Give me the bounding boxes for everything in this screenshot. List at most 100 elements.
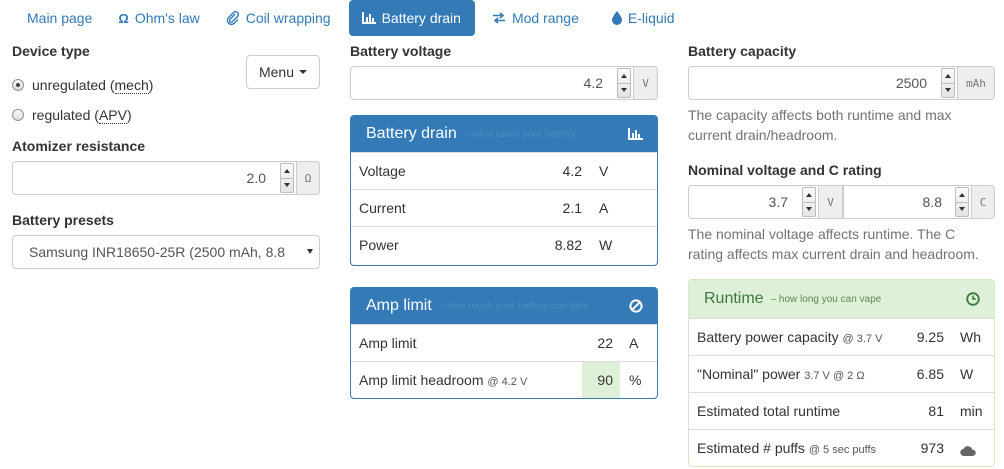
volt-unit-addon: V xyxy=(633,66,658,100)
spin-up-icon[interactable] xyxy=(618,69,630,83)
row-name: Amp limit xyxy=(359,335,417,351)
bar-chart-icon xyxy=(361,11,376,25)
row-value: 90 xyxy=(597,372,613,388)
cloud-icon xyxy=(960,443,976,459)
spin-down-icon[interactable] xyxy=(956,201,968,217)
row-value: 6.85 xyxy=(916,366,944,382)
nav-tabs: Main page Ω Ohm's law Coil wrapping Batt… xyxy=(0,0,689,36)
c-rating-input[interactable]: 8.8 xyxy=(843,185,972,219)
tab-label: Ohm's law xyxy=(134,10,200,26)
row-value: 9.25 xyxy=(916,329,944,345)
panel-subtitle: – what takes your battery xyxy=(463,128,576,140)
spin-down-icon[interactable] xyxy=(281,177,293,193)
row-name: Voltage xyxy=(359,163,406,179)
radio-button[interactable] xyxy=(12,109,24,121)
panel-heading: Runtime – how long you can vape xyxy=(689,280,994,318)
panel-title: Amp limit xyxy=(366,297,432,314)
spin-up-icon[interactable] xyxy=(942,69,954,83)
input-value: 4.2 xyxy=(583,75,603,91)
row-value: 81 xyxy=(928,403,944,419)
row-value: 22 xyxy=(597,335,613,351)
battery-capacity-spinner[interactable] xyxy=(941,68,955,98)
battery-capacity-label: Battery capacity xyxy=(688,43,797,59)
ban-icon xyxy=(629,288,643,324)
c-unit-addon: C xyxy=(971,185,995,219)
atomizer-resistance-label: Atomizer resistance xyxy=(12,138,146,154)
runtime-row-nominal-power: "Nominal" power 3.7 V @ 2 Ω 6.85 W xyxy=(689,355,994,392)
battery-voltage-input[interactable]: 4.2 xyxy=(350,66,634,100)
runtime-panel: Runtime – how long you can vape Battery … xyxy=(688,279,995,467)
amp-row-limit: Amp limit 22 A xyxy=(351,324,657,361)
row-unit: A xyxy=(599,200,609,216)
row-name: Estimated total runtime xyxy=(697,403,841,419)
amp-row-headroom: Amp limit headroom @ 4.2 V 90 % xyxy=(351,361,657,398)
nominal-voltage-input[interactable]: 3.7 xyxy=(688,185,819,219)
row-unit: W xyxy=(599,237,613,253)
row-unit: A xyxy=(629,335,639,351)
paperclip-icon xyxy=(226,11,240,25)
battery-voltage-spinner[interactable] xyxy=(617,68,631,98)
ohm-unit-addon: Ω xyxy=(296,161,320,195)
battery-capacity-input[interactable]: 2500 xyxy=(688,66,958,100)
caret-down-icon xyxy=(299,70,308,74)
spin-down-icon[interactable] xyxy=(942,82,954,98)
battery-presets-label: Battery presets xyxy=(12,212,114,228)
capacity-help-text: The capacity affects both runtime and ma… xyxy=(688,107,952,143)
radio-regulated[interactable]: regulated (APV) xyxy=(12,107,132,124)
spin-up-icon[interactable] xyxy=(956,188,968,202)
tab-mod-range[interactable]: Mod range xyxy=(475,0,593,36)
row-name: Battery power capacity @ 3.7 V xyxy=(697,329,883,345)
runtime-row-power-capacity: Battery power capacity @ 3.7 V 9.25 Wh xyxy=(689,318,994,355)
panel-subtitle: – how much your battery can take xyxy=(438,300,589,312)
tab-e-liquid[interactable]: E-liquid xyxy=(593,0,689,36)
battery-presets-select[interactable]: Samsung INR18650-25R (2500 mAh, 8.8 xyxy=(12,235,320,269)
runtime-row-total-runtime: Estimated total runtime 81 min xyxy=(689,392,994,429)
tab-label: Coil wrapping xyxy=(245,10,331,26)
tab-label: E-liquid xyxy=(627,10,675,26)
nominal-voltage-spinner[interactable] xyxy=(802,187,816,217)
droplet-icon xyxy=(611,11,622,25)
row-value: 8.82 xyxy=(554,237,582,253)
input-value: 8.8 xyxy=(922,194,942,210)
row-unit: V xyxy=(599,163,609,179)
menu-button-label: Menu xyxy=(258,64,295,80)
radio-button[interactable] xyxy=(12,79,24,91)
atomizer-resistance-spinner[interactable] xyxy=(280,163,294,193)
row-name: Estimated # puffs @ 5 sec puffs xyxy=(697,440,877,456)
tab-main-page[interactable]: Main page xyxy=(0,0,106,36)
mah-unit-addon: mAh xyxy=(957,66,995,100)
select-arrow-icon xyxy=(307,249,313,254)
radio-unregulated[interactable]: unregulated (mech) xyxy=(12,77,154,94)
nominal-volt-unit-addon: V xyxy=(818,185,843,219)
row-unit: % xyxy=(629,372,642,388)
nominal-help-text: The nominal voltage affects runtime. The… xyxy=(688,226,979,262)
c-rating-spinner[interactable] xyxy=(955,187,969,217)
drain-row-current: Current 2.1 A xyxy=(351,189,657,226)
tab-ohms-law[interactable]: Ω Ohm's law xyxy=(106,0,213,36)
row-unit: Wh xyxy=(960,329,981,345)
tab-label: Main page xyxy=(27,10,93,26)
row-name: Amp limit headroom @ 4.2 V xyxy=(359,372,528,388)
tab-label: Mod range xyxy=(511,10,579,26)
panel-title: Runtime xyxy=(704,290,764,307)
tab-coil-wrapping[interactable]: Coil wrapping xyxy=(214,0,345,36)
runtime-row-puffs: Estimated # puffs @ 5 sec puffs 973 xyxy=(689,429,994,466)
spin-up-icon[interactable] xyxy=(803,188,815,202)
tab-label: Battery drain xyxy=(381,10,461,26)
amp-limit-panel: Amp limit – how much your battery can ta… xyxy=(350,287,658,399)
spin-down-icon[interactable] xyxy=(803,201,815,217)
spin-down-icon[interactable] xyxy=(618,82,630,98)
transfer-arrows-icon xyxy=(492,12,506,24)
spin-up-icon[interactable] xyxy=(281,164,293,178)
row-name: Power xyxy=(359,237,399,253)
panel-heading: Amp limit – how much your battery can ta… xyxy=(351,288,657,324)
input-value: 2500 xyxy=(895,75,927,91)
tab-battery-drain[interactable]: Battery drain xyxy=(348,0,475,36)
panel-title: Battery drain xyxy=(366,125,457,142)
radio-label: unregulated (mech) xyxy=(32,77,154,94)
row-name: "Nominal" power 3.7 V @ 2 Ω xyxy=(697,366,865,382)
panel-subtitle: – how long you can vape xyxy=(770,293,882,305)
input-value: 3.7 xyxy=(768,194,788,210)
menu-button[interactable]: Menu xyxy=(246,55,320,89)
atomizer-resistance-input[interactable]: 2.0 xyxy=(12,161,297,195)
